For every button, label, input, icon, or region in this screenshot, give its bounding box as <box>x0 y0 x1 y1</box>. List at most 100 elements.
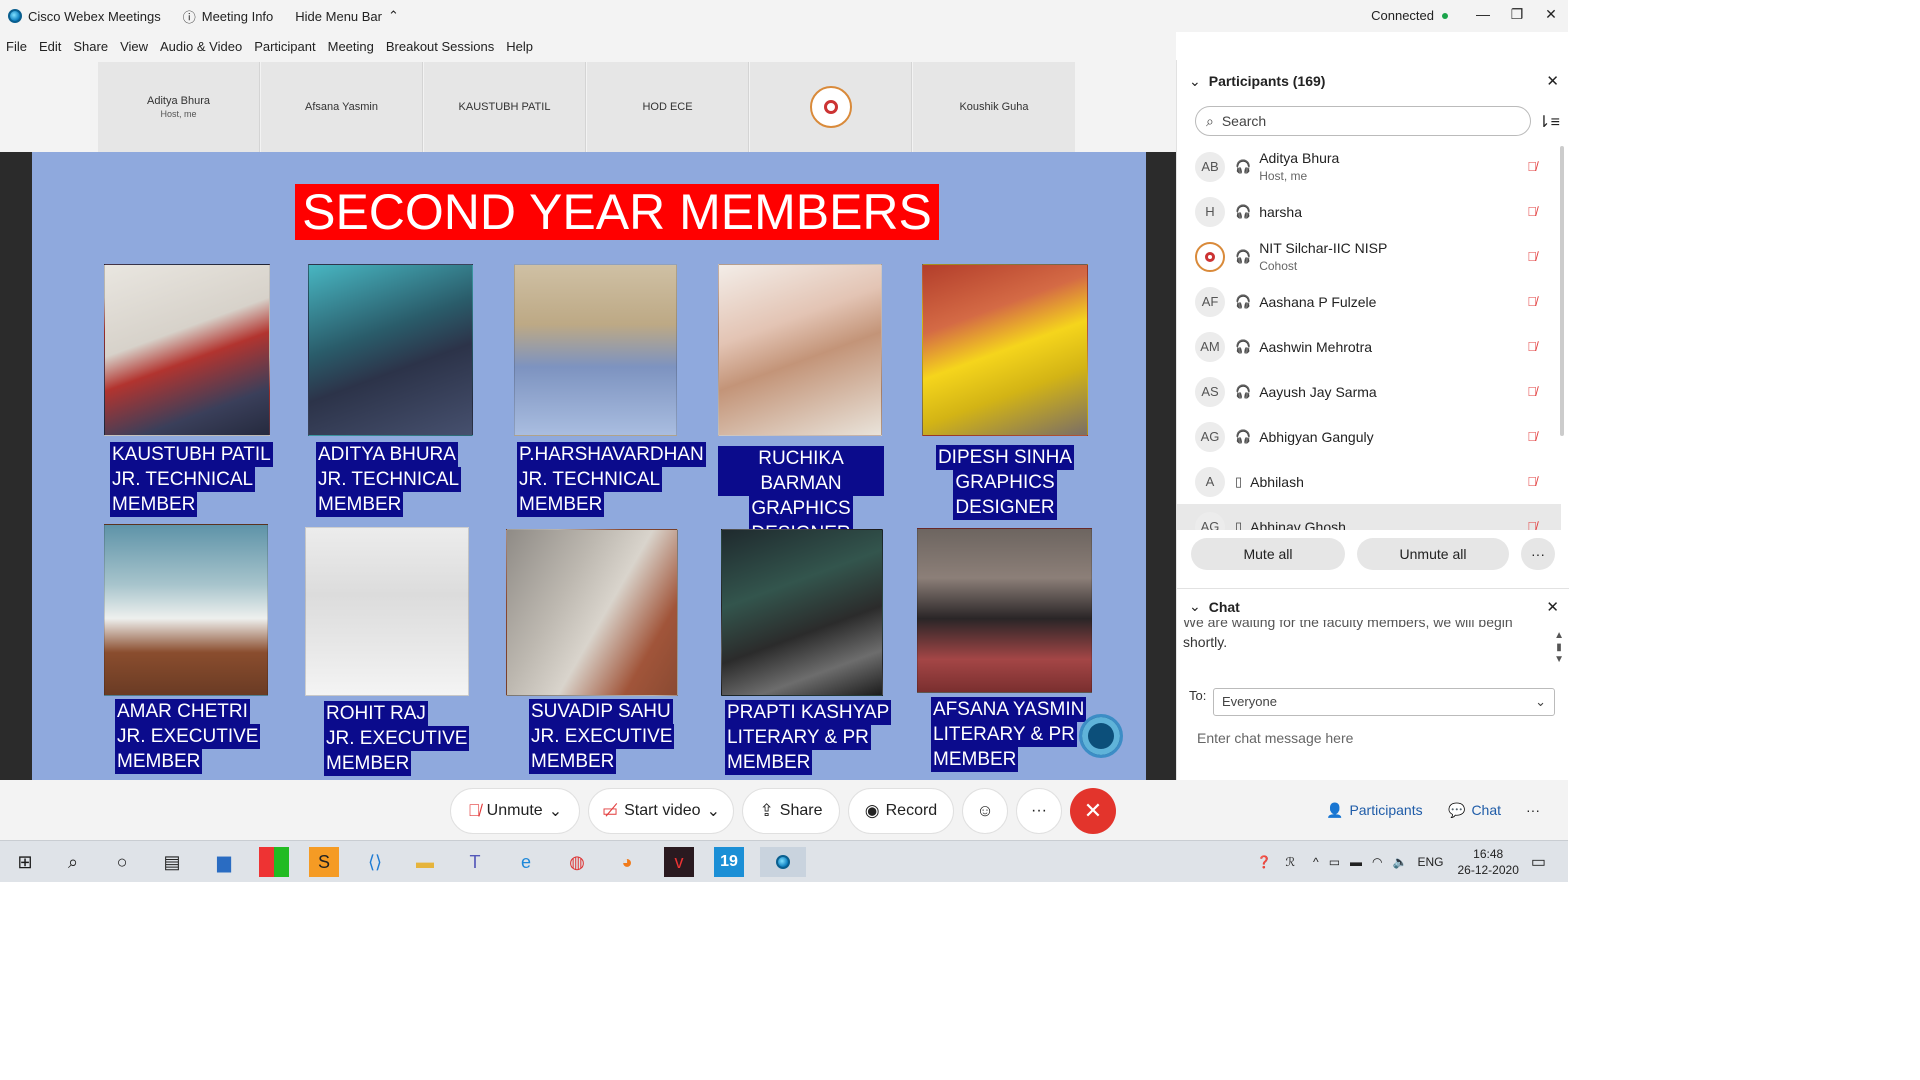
muted-mic-icon[interactable]: 🎙̸ <box>1527 474 1537 489</box>
emoji-icon: ☺ <box>976 801 994 820</box>
windows-start-icon[interactable]: ⊞ <box>10 847 40 877</box>
muted-mic-icon: 🎙̸ <box>467 801 481 820</box>
webex-taskbar-icon[interactable] <box>760 847 806 877</box>
muted-mic-icon[interactable]: 🎙̸ <box>1527 204 1537 219</box>
close-participants-icon[interactable]: ✕ <box>1546 72 1559 90</box>
chevron-down-icon[interactable]: ⌄ <box>1189 73 1201 90</box>
muted-mic-icon[interactable]: 🎙̸ <box>1527 384 1537 399</box>
participant-list: AB 🎧 Aditya Bhura Host, me 🎙̸ H 🎧 harsha … <box>1177 144 1561 530</box>
record-button[interactable]: ◉ Record <box>848 788 954 834</box>
notifications-icon[interactable]: ▭ <box>1531 852 1546 872</box>
participant-row[interactable]: AF 🎧 Aashana P Fulzele 🎙̸ <box>1177 279 1561 324</box>
wifi-icon[interactable]: ◠ <box>1372 855 1382 869</box>
muted-mic-icon[interactable]: 🎙̸ <box>1527 429 1537 444</box>
chevron-down-icon[interactable]: ⌄ <box>549 801 562 821</box>
share-button[interactable]: ⇪ Share <box>742 788 840 834</box>
muted-mic-icon[interactable]: 🎙̸ <box>1527 249 1537 264</box>
participant-row[interactable]: AM 🎧 Aashwin Mehrotra 🎙̸ <box>1177 324 1561 369</box>
more-tabs-button[interactable]: ··· <box>1526 788 1540 832</box>
meeting-info-button[interactable]: ⓘ Meeting Info <box>183 7 274 26</box>
sort-icon[interactable]: ⇂≡ <box>1537 112 1560 132</box>
leave-meeting-button[interactable]: ✕ <box>1070 788 1116 834</box>
chat-recipient-select[interactable]: Everyone ⌄ <box>1213 688 1555 716</box>
chat-message: We are waiting for the faculty members, … <box>1183 620 1513 650</box>
menu-view[interactable]: View <box>120 39 148 54</box>
firefox-icon[interactable]: ◕ <box>612 847 642 877</box>
people-tray-icon[interactable]: ℛ <box>1285 855 1295 869</box>
video-thumbnail[interactable] <box>750 62 912 152</box>
chevron-down-icon[interactable]: ⌄ <box>1189 598 1201 615</box>
pc-app-icon[interactable]: ▆ <box>209 847 239 877</box>
headset-icon: 🎧 <box>1235 428 1252 444</box>
participant-row[interactable]: AG 🎧 Abhigyan Ganguly 🎙̸ <box>1177 414 1561 459</box>
device-icon[interactable]: ▭ <box>1329 855 1340 869</box>
menu-help[interactable]: Help <box>506 39 533 54</box>
participant-scrollbar[interactable] <box>1560 146 1564 436</box>
chat-message-input[interactable]: Enter chat message here <box>1197 730 1353 746</box>
muted-mic-icon[interactable]: 🎙̸ <box>1527 519 1537 530</box>
mute-all-button[interactable]: Mute all <box>1191 538 1345 570</box>
calendar-app-icon[interactable]: 19 <box>714 847 744 877</box>
minimize-icon[interactable]: — <box>1466 0 1500 32</box>
vscode-icon[interactable]: ⟨⟩ <box>360 847 390 877</box>
close-icon[interactable]: ✕ <box>1534 0 1568 32</box>
start-video-button[interactable]: ▭̸ Start video ⌄ <box>588 788 734 834</box>
video-thumbnail[interactable]: HOD ECE <box>587 62 749 152</box>
more-button[interactable]: ··· <box>1016 788 1062 834</box>
muted-mic-icon[interactable]: 🎙̸ <box>1527 339 1537 354</box>
colorful-app-icon[interactable] <box>259 847 289 877</box>
edge-icon[interactable]: e <box>511 847 541 877</box>
muted-mic-icon[interactable]: 🎙̸ <box>1527 159 1537 174</box>
video-thumbnail[interactable]: Afsana Yasmin <box>261 62 423 152</box>
participant-row[interactable]: AS 🎧 Aayush Jay Sarma 🎙̸ <box>1177 369 1561 414</box>
menu-edit[interactable]: Edit <box>39 39 61 54</box>
volume-icon[interactable]: 🔈 <box>1393 855 1408 869</box>
search-icon[interactable]: ⌕ <box>58 847 88 877</box>
chat-scrollbar[interactable]: ▲ ▮ ▼ <box>1554 630 1564 666</box>
chat-tab[interactable]: 💬 Chat <box>1448 788 1501 832</box>
participant-row[interactable]: AG ▯ Abhinav Ghosh 🎙̸ <box>1177 504 1561 530</box>
file-explorer-icon[interactable]: ▬ <box>410 847 440 877</box>
participant-row[interactable]: 🎧 NIT Silchar-IIC NISP Cohost 🎙̸ <box>1177 234 1561 279</box>
app-v-icon[interactable]: v <box>664 847 694 877</box>
menu-file[interactable]: File <box>6 39 27 54</box>
video-thumbnail[interactable]: Koushik Guha <box>913 62 1075 152</box>
more-options-button[interactable]: ··· <box>1521 538 1555 570</box>
battery-icon[interactable]: ▬ <box>1350 855 1362 869</box>
menu-meeting[interactable]: Meeting <box>328 39 374 54</box>
language-indicator[interactable]: ENG <box>1417 855 1443 869</box>
member-caption: PRAPTI KASHYAP LITERARY & PR MEMBER <box>725 700 892 775</box>
unmute-all-button[interactable]: Unmute all <box>1357 538 1509 570</box>
participant-row[interactable]: AB 🎧 Aditya Bhura Host, me 🎙̸ <box>1177 144 1561 189</box>
cortana-icon[interactable]: ○ <box>107 847 137 877</box>
teams-icon[interactable]: T <box>460 847 490 877</box>
participants-tab[interactable]: 👤 Participants <box>1326 788 1423 832</box>
hide-menu-bar-button[interactable]: Hide Menu Bar ⌃ <box>295 8 399 24</box>
menu-share[interactable]: Share <box>73 39 108 54</box>
floating-self-view-bubble[interactable] <box>1079 714 1123 758</box>
chrome-icon[interactable]: ◍ <box>562 847 592 877</box>
clock[interactable]: 16:48 26-12-2020 <box>1457 846 1518 878</box>
help-icon[interactable]: ❓ <box>1257 855 1272 869</box>
menu-participant[interactable]: Participant <box>254 39 315 54</box>
menu-breakout-sessions[interactable]: Breakout Sessions <box>386 39 494 54</box>
sublime-text-icon[interactable]: S <box>309 847 339 877</box>
unmute-button[interactable]: 🎙̸ Unmute ⌄ <box>450 788 580 834</box>
participant-row[interactable]: A ▯ Abhilash 🎙̸ <box>1177 459 1561 504</box>
participant-search-input[interactable]: ⌕ Search <box>1195 106 1531 136</box>
chevron-up-icon[interactable]: ^ <box>1313 855 1319 869</box>
video-thumbnail[interactable]: KAUSTUBH PATIL <box>424 62 586 152</box>
maximize-icon[interactable]: ❐ <box>1500 0 1534 32</box>
member-caption: P.HARSHAVARDHAN JR. TECHNICAL MEMBER <box>517 442 706 517</box>
video-thumbnail[interactable]: Aditya Bhura Host, me <box>98 62 260 152</box>
menu-audio-video[interactable]: Audio & Video <box>160 39 242 54</box>
task-view-icon[interactable]: ▤ <box>157 847 187 877</box>
close-chat-icon[interactable]: ✕ <box>1546 598 1559 616</box>
avatar: A <box>1195 466 1225 497</box>
participant-row[interactable]: H 🎧 harsha 🎙̸ <box>1177 189 1561 234</box>
reactions-button[interactable]: ☺ <box>962 788 1008 834</box>
shared-content-area: SECOND YEAR MEMBERS KAUSTUBH PATIL JR. T… <box>0 152 1176 780</box>
chevron-down-icon[interactable]: ⌄ <box>707 801 720 821</box>
member-photo <box>308 264 473 436</box>
muted-mic-icon[interactable]: 🎙̸ <box>1527 294 1537 309</box>
